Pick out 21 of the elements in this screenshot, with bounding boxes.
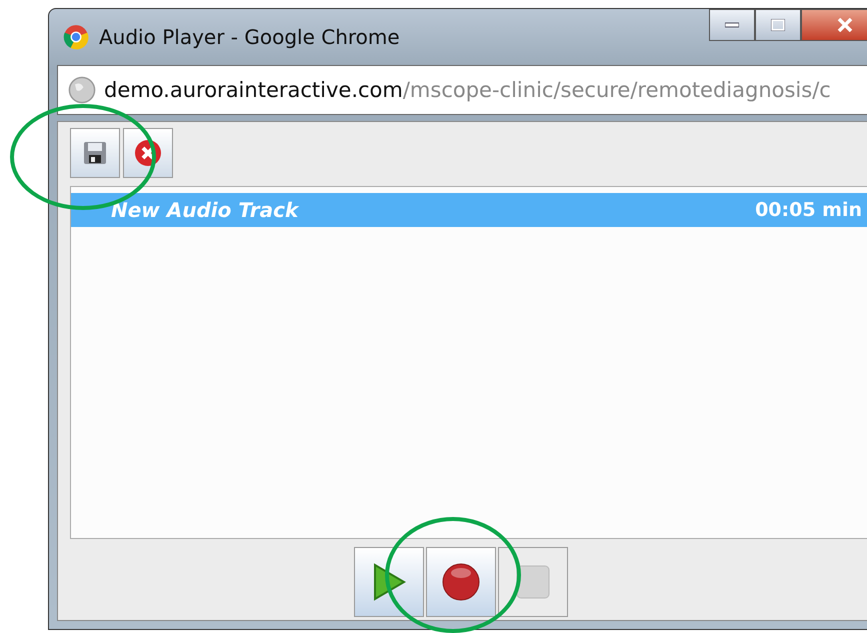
stop-icon — [516, 565, 550, 599]
url-text: demo.aurorainteractive.com/mscope-clinic/secure/remotediagnosis/c — [104, 78, 831, 102]
minimize-button[interactable] — [709, 9, 755, 41]
track-duration: 00:05 min — [755, 199, 862, 221]
record-icon — [441, 562, 481, 602]
track-name: New Audio Track — [111, 198, 298, 222]
maximize-button[interactable] — [755, 9, 801, 41]
record-button[interactable] — [426, 547, 496, 617]
play-icon — [371, 562, 407, 602]
save-button[interactable] — [70, 128, 120, 178]
globe-icon — [68, 76, 96, 104]
play-button[interactable] — [354, 547, 424, 617]
window-title: Audio Player - Google Chrome — [99, 25, 400, 49]
x-circle-icon — [133, 138, 163, 168]
close-button[interactable] — [801, 9, 867, 41]
address-bar[interactable]: demo.aurorainteractive.com/mscope-clinic/secure/remotediagnosis/c — [57, 65, 867, 115]
delete-button[interactable] — [123, 128, 173, 178]
browser-logo-icon — [63, 24, 89, 50]
maximize-icon — [771, 19, 785, 31]
minimize-icon — [725, 22, 739, 28]
close-icon — [837, 18, 853, 32]
